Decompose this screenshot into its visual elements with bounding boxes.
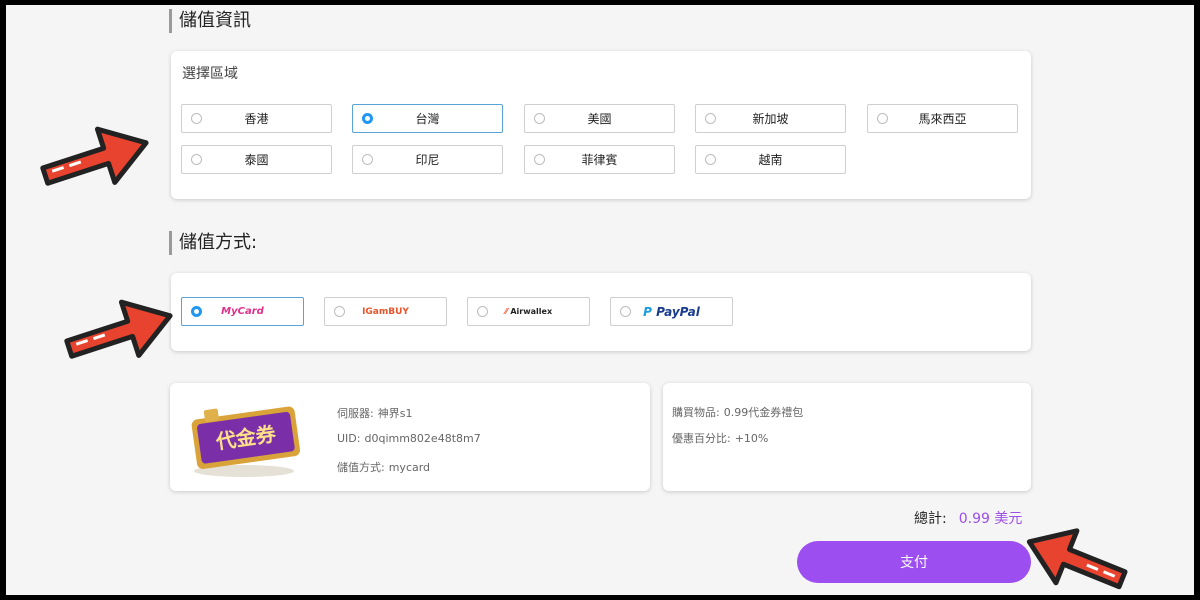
payment-option-mycard[interactable]: MyCard xyxy=(181,297,304,326)
region-option-id[interactable]: 印尼 xyxy=(352,145,503,174)
item-line: 購買物品: 0.99代金券禮包 xyxy=(672,406,804,419)
region-option-th[interactable]: 泰國 xyxy=(181,145,332,174)
paypal-logo: P PayPal xyxy=(643,304,700,319)
radio-selected-icon xyxy=(362,113,373,124)
region-option-ph[interactable]: 菲律賓 xyxy=(524,145,675,174)
region-option-hk[interactable]: 香港 xyxy=(181,104,332,133)
radio-icon xyxy=(705,113,716,124)
radio-icon xyxy=(534,113,545,124)
method-line: 儲值方式: mycard xyxy=(337,461,431,474)
payment-option-paypal[interactable]: P PayPal xyxy=(610,297,733,326)
voucher-tab xyxy=(203,408,219,422)
total-amount: 0.99 美元 xyxy=(958,511,1023,527)
region-card: 選擇區域 香港 台灣 美國 新加坡 馬來西亞 泰國 印尼 菲律賓 越南 xyxy=(171,51,1031,199)
radio-icon xyxy=(534,154,545,165)
region-label: 選擇區域 xyxy=(182,66,238,82)
order-detail-card: 購買物品: 0.99代金券禮包 優惠百分比: +10% xyxy=(663,383,1031,491)
region-option-vn[interactable]: 越南 xyxy=(695,145,846,174)
section-title-payment-method: 儲值方式: xyxy=(169,231,257,255)
order-summary-card: 代金券 伺服器: 神界s1 UID: d0qimm802e48t8m7 儲值方式: m… xyxy=(170,383,650,491)
region-option-tw[interactable]: 台灣 xyxy=(352,104,503,133)
total-label: 總計: xyxy=(914,511,947,527)
section-title-recharge-info: 儲值資訊 xyxy=(169,9,251,33)
arrow-right-icon xyxy=(40,126,149,186)
paypal-mark-icon: P xyxy=(643,304,657,319)
total-line: 總計: 0.99 美元 xyxy=(914,508,1022,528)
region-option-us[interactable]: 美國 xyxy=(524,104,675,133)
uid-line: UID: d0qimm802e48t8m7 xyxy=(337,432,481,445)
radio-icon xyxy=(477,306,488,317)
airwallex-logo: ⁄⁄ Airwallex xyxy=(504,307,553,316)
region-option-my[interactable]: 馬來西亞 xyxy=(867,104,1018,133)
radio-icon xyxy=(362,154,373,165)
radio-icon xyxy=(334,306,345,317)
radio-icon xyxy=(705,154,716,165)
arrow-right-icon xyxy=(64,299,173,359)
igambuy-logo: IGamBUY xyxy=(362,306,409,317)
radio-icon xyxy=(877,113,888,124)
payment-option-airwallex[interactable]: ⁄⁄ Airwallex xyxy=(467,297,590,326)
radio-icon xyxy=(191,113,202,124)
payment-option-igambuy[interactable]: IGamBUY xyxy=(324,297,447,326)
server-line: 伺服器: 神界s1 xyxy=(337,407,413,420)
payment-card: MyCard IGamBUY ⁄⁄ Airwallex P PayPal xyxy=(171,273,1031,351)
radio-selected-icon xyxy=(191,306,202,317)
region-option-sg[interactable]: 新加坡 xyxy=(695,104,846,133)
radio-icon xyxy=(191,154,202,165)
radio-icon xyxy=(620,306,631,317)
pay-button[interactable]: 支付 xyxy=(797,541,1031,583)
page: 儲值資訊 選擇區域 香港 台灣 美國 新加坡 馬來西亞 泰國 印尼 菲律賓 越南… xyxy=(6,5,1194,595)
mycard-logo: MyCard xyxy=(221,306,264,317)
voucher-image: 代金券 xyxy=(191,406,301,477)
arrow-left-icon xyxy=(1026,528,1128,590)
bonus-line: 優惠百分比: +10% xyxy=(672,432,769,445)
